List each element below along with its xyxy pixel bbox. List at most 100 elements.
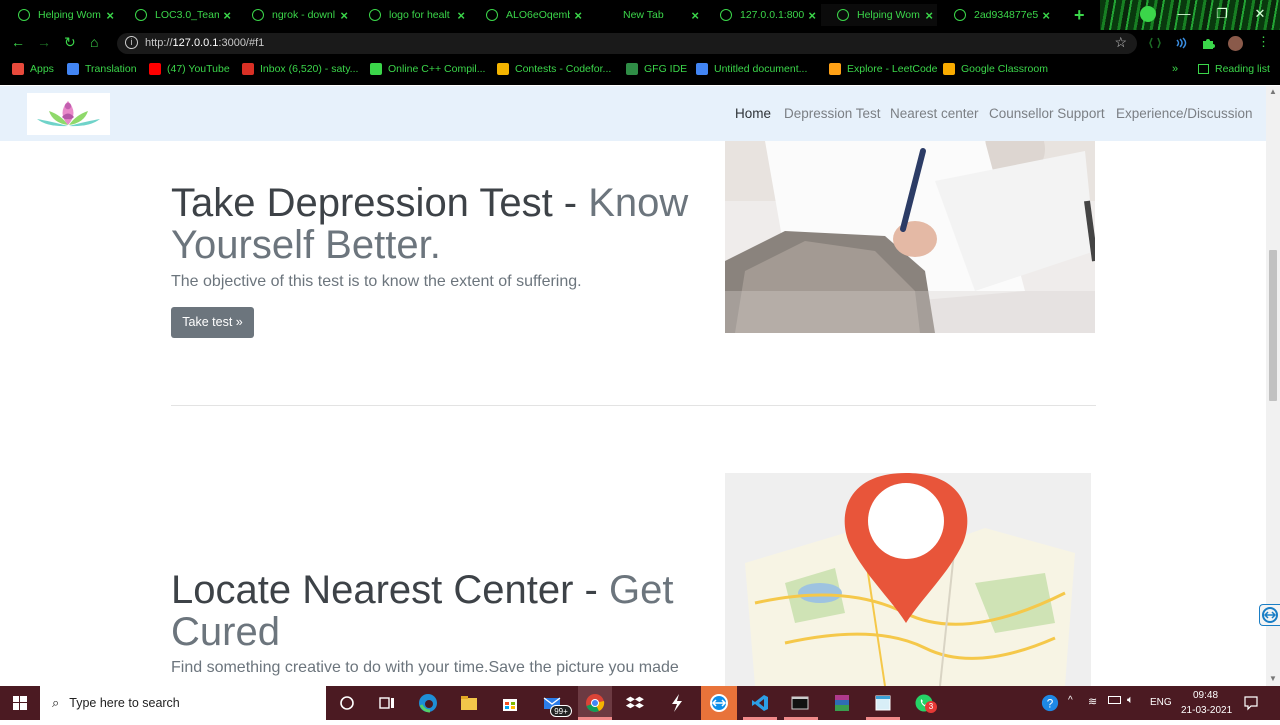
- reload-icon[interactable]: ↻: [64, 34, 76, 51]
- forward-icon[interactable]: →: [37, 34, 51, 50]
- notification-icon[interactable]: [1243, 695, 1259, 711]
- browser-tab[interactable]: Helping Wom ×: [821, 4, 937, 26]
- nav-nearest-center[interactable]: Nearest center: [890, 106, 979, 121]
- extensions-puzzle-icon[interactable]: [1201, 36, 1215, 50]
- restore-icon[interactable]: ❐: [1204, 4, 1240, 24]
- tab-close-icon[interactable]: ×: [340, 8, 348, 23]
- teamviewer-side-icon[interactable]: [1259, 604, 1280, 626]
- bookmark-star-icon[interactable]: ☆: [1114, 34, 1127, 51]
- bolt-app-icon[interactable]: [667, 693, 687, 713]
- tab-close-icon[interactable]: ×: [1042, 8, 1050, 23]
- github-icon: [135, 9, 147, 21]
- search-icon: ⌕: [52, 695, 60, 710]
- help-icon[interactable]: ?: [1041, 694, 1059, 712]
- bookmark-favicon-icon: [242, 63, 254, 75]
- nav-experience-discussion[interactable]: Experience/Discussion: [1116, 106, 1253, 121]
- lotus-logo-icon: [37, 101, 100, 127]
- tab-close-icon[interactable]: ×: [691, 8, 699, 23]
- browser-tab[interactable]: 127.0.0.1:8000 ×: [704, 4, 820, 26]
- tab-title: 127.0.0.1:8000: [740, 9, 805, 21]
- taskbar-search[interactable]: ⌕ Type here to search: [40, 686, 326, 720]
- bookmark-item[interactable]: (47) YouTube: [149, 63, 230, 75]
- home-icon[interactable]: ⌂: [90, 34, 98, 50]
- nav-depression-test[interactable]: Depression Test: [784, 106, 881, 121]
- tab-close-icon[interactable]: ×: [106, 8, 114, 23]
- edge-icon[interactable]: [418, 693, 438, 713]
- tab-title: 2ad934877e5: [974, 9, 1039, 21]
- scrollbar-thumb[interactable]: [1269, 250, 1277, 401]
- take-test-button[interactable]: Take test »: [171, 307, 254, 338]
- tab-close-icon[interactable]: ×: [457, 8, 465, 23]
- nav-counsellor-support[interactable]: Counsellor Support: [989, 106, 1105, 121]
- scroll-down-icon[interactable]: ▼: [1269, 674, 1277, 683]
- browser-tab[interactable]: New Tab ×: [587, 4, 703, 26]
- tab-close-icon[interactable]: ×: [574, 8, 582, 23]
- vscode-icon[interactable]: [750, 693, 770, 713]
- tab-close-icon[interactable]: ×: [925, 8, 933, 23]
- clock-time[interactable]: 09:48: [1193, 690, 1218, 701]
- bookmark-item[interactable]: Apps: [12, 63, 54, 75]
- url-text[interactable]: http://127.0.0.1:3000/#f1: [145, 37, 264, 49]
- store-icon[interactable]: [500, 693, 520, 713]
- new-tab-button[interactable]: +: [1074, 5, 1085, 26]
- extension-wave-icon[interactable]: [1174, 36, 1188, 50]
- wifi-icon[interactable]: ≋: [1088, 695, 1097, 708]
- file-explorer-icon[interactable]: [459, 693, 479, 713]
- close-window-icon[interactable]: ✕: [1242, 4, 1278, 24]
- bookmark-favicon-icon: [943, 63, 955, 75]
- bookmark-item[interactable]: Inbox (6,520) - saty...: [242, 63, 358, 75]
- terminal-icon[interactable]: [790, 693, 810, 713]
- page-scrollbar[interactable]: ▲ ▼: [1266, 86, 1280, 686]
- tab-close-icon[interactable]: ×: [808, 8, 816, 23]
- bookmark-label: Untitled document...: [714, 63, 808, 75]
- bookmark-item[interactable]: Contests - Codefor...: [497, 63, 611, 75]
- menu-kebab-icon[interactable]: ⋮: [1257, 34, 1270, 50]
- extension-bracket-icon[interactable]: [1148, 36, 1162, 50]
- back-icon[interactable]: ←: [11, 34, 25, 50]
- globe-icon: [486, 9, 498, 21]
- teamviewer-icon[interactable]: [709, 693, 729, 713]
- tray-expand-icon[interactable]: ^: [1068, 695, 1073, 706]
- minimize-icon[interactable]: —: [1166, 4, 1202, 24]
- browser-tab[interactable]: Helping Wom ×: [2, 4, 118, 26]
- bookmark-item[interactable]: Untitled document...: [696, 63, 807, 75]
- bookmarks-bar: Apps Translation (47) YouTube Inbox (6,520)…: [0, 56, 1280, 85]
- browser-tab[interactable]: logo for healt ×: [353, 4, 469, 26]
- bookmark-item[interactable]: GFG IDE: [626, 63, 687, 75]
- language-indicator[interactable]: ENG: [1150, 697, 1172, 708]
- cortana-icon[interactable]: [337, 693, 357, 713]
- more-bookmarks-icon[interactable]: »: [1172, 63, 1178, 75]
- browser-tab[interactable]: ALO6eOqemb ×: [470, 4, 586, 26]
- volume-icon[interactable]: 🔈︎: [1127, 694, 1134, 707]
- task-view-icon[interactable]: [377, 693, 397, 713]
- chrome-icon[interactable]: [585, 693, 605, 713]
- nearest-center-heading: Locate Nearest Center - Get Cured: [171, 569, 711, 653]
- avatar[interactable]: [1228, 36, 1243, 51]
- bookmark-item[interactable]: Google Classroom: [943, 63, 1048, 75]
- tab-close-icon[interactable]: ×: [223, 8, 231, 23]
- address-bar[interactable]: i http://127.0.0.1:3000/#f1 ☆: [117, 33, 1137, 54]
- bookmark-item[interactable]: Translation: [67, 63, 137, 75]
- browser-toolbar: ← → ↻ ⌂ i http://127.0.0.1:3000/#f1 ☆ ⋮: [0, 30, 1280, 56]
- profile-icon[interactable]: [1140, 6, 1156, 22]
- bookmark-item[interactable]: Explore - LeetCode: [829, 63, 937, 75]
- scroll-up-icon[interactable]: ▲: [1269, 87, 1277, 96]
- start-button[interactable]: [0, 686, 40, 720]
- dropbox-icon[interactable]: [625, 693, 645, 713]
- notepad-icon[interactable]: [873, 693, 893, 713]
- site-info-icon[interactable]: i: [125, 36, 138, 49]
- depression-test-heading: Take Depression Test - Know Yourself Bet…: [171, 182, 711, 266]
- browser-tab[interactable]: LOC3.0_Team- ×: [119, 4, 235, 26]
- clock-date[interactable]: 21-03-2021: [1181, 705, 1232, 716]
- bookmark-item[interactable]: Online C++ Compil...: [370, 63, 485, 75]
- site-logo[interactable]: [27, 93, 110, 135]
- reading-list-button[interactable]: Reading list: [1198, 63, 1270, 75]
- browser-tab[interactable]: 2ad934877e5 ×: [938, 4, 1054, 26]
- search-placeholder: Type here to search: [69, 696, 180, 710]
- battery-icon[interactable]: [1108, 696, 1121, 704]
- browser-tab[interactable]: ngrok - downl ×: [236, 4, 352, 26]
- reading-list-label: Reading list: [1215, 63, 1270, 75]
- winrar-icon[interactable]: [832, 693, 852, 713]
- nav-home[interactable]: Home: [735, 106, 771, 121]
- tab-title: New Tab: [623, 9, 664, 21]
